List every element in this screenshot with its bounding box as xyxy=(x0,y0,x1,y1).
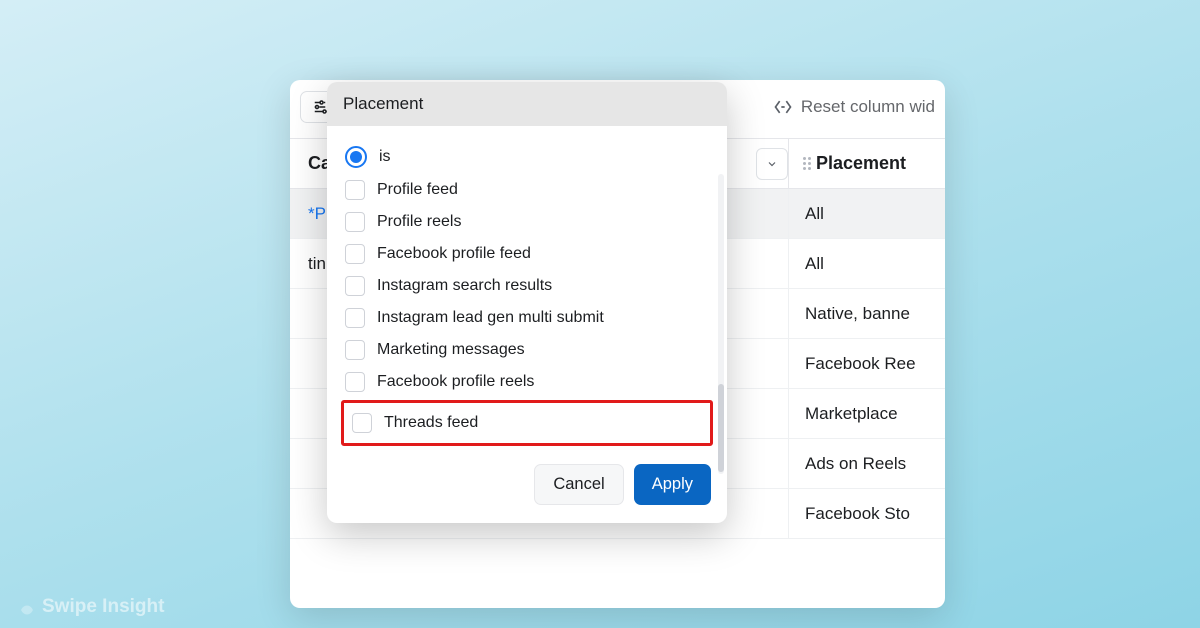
checkbox-option[interactable]: Instagram search results xyxy=(341,270,713,302)
checkbox-icon xyxy=(345,244,365,264)
watermark-text: Swipe Insight xyxy=(42,596,164,618)
placement-cell: All xyxy=(788,189,945,238)
placement-cell: All xyxy=(788,239,945,288)
watermark: Swipe Insight xyxy=(18,596,164,618)
option-label: Facebook profile reels xyxy=(377,373,534,391)
checkbox-icon xyxy=(345,276,365,296)
checkbox-option[interactable]: Instagram lead gen multi submit xyxy=(341,302,713,334)
reset-width-icon xyxy=(773,97,793,117)
radio-label: is xyxy=(379,148,391,166)
checkbox-option[interactable]: Facebook profile reels xyxy=(341,366,713,398)
option-label: Profile reels xyxy=(377,213,461,231)
placement-cell: Ads on Reels xyxy=(788,439,945,488)
radio-icon xyxy=(345,146,367,168)
checkbox-icon xyxy=(345,212,365,232)
checkbox-icon xyxy=(345,180,365,200)
scrollbar-track[interactable] xyxy=(718,174,724,474)
highlighted-option-frame: Threads feed xyxy=(341,400,713,446)
placement-cell: Facebook Ree xyxy=(788,339,945,388)
option-label: Facebook profile feed xyxy=(377,245,531,263)
option-label: Instagram search results xyxy=(377,277,552,295)
option-label: Profile feed xyxy=(377,181,458,199)
popover-title: Placement xyxy=(327,82,727,126)
popover-body: is Profile feed Profile reels Facebook pro… xyxy=(327,126,727,450)
reset-column-label: Reset column wid xyxy=(801,97,935,117)
placement-column-header[interactable]: Placement xyxy=(788,139,945,188)
placement-cell: Native, banne xyxy=(788,289,945,338)
checkbox-option[interactable]: Profile reels xyxy=(341,206,713,238)
drag-handle-icon xyxy=(803,157,806,170)
placement-cell: Marketplace xyxy=(788,389,945,438)
checkbox-icon xyxy=(345,308,365,328)
radio-option-is[interactable]: is xyxy=(341,140,713,174)
checkbox-icon xyxy=(345,340,365,360)
checkbox-option[interactable]: Profile feed xyxy=(341,174,713,206)
checkbox-icon xyxy=(352,413,372,433)
checkbox-option[interactable]: Facebook profile feed xyxy=(341,238,713,270)
option-label: Instagram lead gen multi submit xyxy=(377,309,604,327)
scrollbar-thumb[interactable] xyxy=(718,384,724,472)
column-sort-dropdown[interactable] xyxy=(756,148,788,180)
placement-header-label: Placement xyxy=(816,153,906,174)
checkbox-option[interactable]: Marketing messages xyxy=(341,334,713,366)
reset-column-widths-button[interactable]: Reset column wid xyxy=(773,97,935,117)
option-label: Threads feed xyxy=(384,414,478,432)
popover-footer: Cancel Apply xyxy=(327,450,727,523)
chevron-down-icon xyxy=(766,158,778,170)
cancel-button[interactable]: Cancel xyxy=(534,464,623,505)
checkbox-option-threads-feed[interactable]: Threads feed xyxy=(348,407,706,439)
option-label: Marketing messages xyxy=(377,341,525,359)
placement-cell: Facebook Sto xyxy=(788,489,945,538)
checkbox-icon xyxy=(345,372,365,392)
swipe-insight-logo-icon xyxy=(18,598,36,616)
placement-filter-popover: Placement is Profile feed Profile reels Fa… xyxy=(327,82,727,523)
apply-button[interactable]: Apply xyxy=(634,464,711,505)
